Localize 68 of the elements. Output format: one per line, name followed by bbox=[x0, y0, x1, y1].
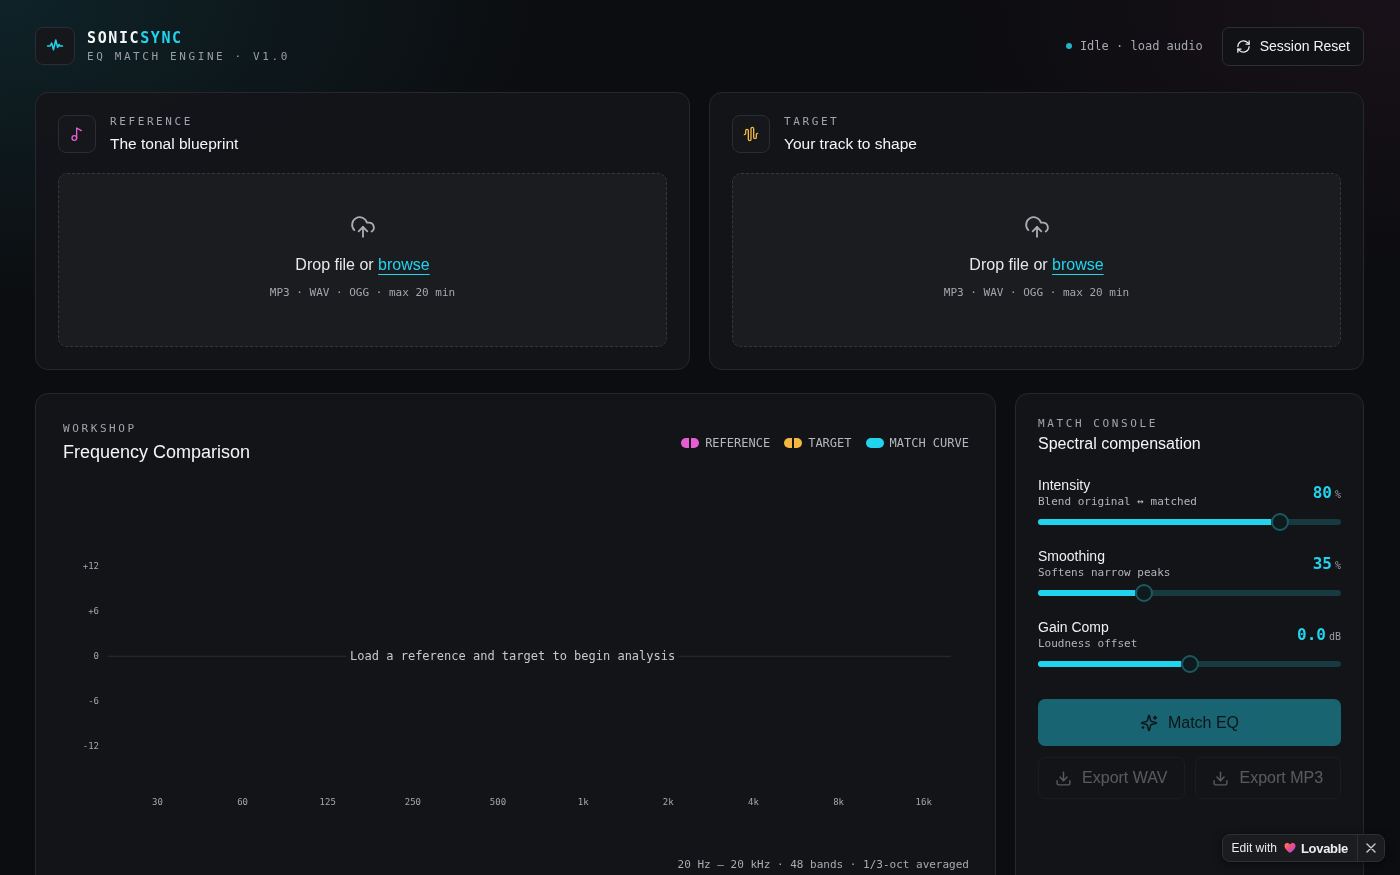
source-title: The tonal blueprint bbox=[110, 134, 239, 153]
empty-chart-message: Load a reference and target to begin analysis bbox=[346, 649, 680, 664]
legend-label: TARGET bbox=[808, 435, 852, 450]
app-subtitle: EQ MATCH ENGINE · V1.0 bbox=[87, 49, 290, 64]
sparkles-icon bbox=[1139, 713, 1158, 732]
app-title: SONICSYNC bbox=[87, 28, 184, 47]
chart-footnote: 20 Hz — 20 kHz · 48 bands · 1/3-oct averaged bbox=[677, 858, 969, 873]
slider-unit: % bbox=[1334, 560, 1341, 571]
status-dot-icon bbox=[1065, 43, 1072, 49]
waveform-icon bbox=[732, 115, 770, 153]
edit-with-link[interactable]: Edit with Lovable bbox=[1222, 835, 1358, 861]
x-axis-label: 500 bbox=[489, 797, 507, 808]
slider-unit: dB bbox=[1328, 631, 1341, 642]
panel-title: Frequency Comparison bbox=[63, 441, 251, 463]
y-axis-label: -6 bbox=[88, 696, 100, 707]
slider-value: 35 bbox=[1312, 554, 1332, 573]
drop-zone[interactable]: Drop file or browse MP3 · WAV · OGG · max 20 min bbox=[58, 173, 667, 347]
source-title: Your track to shape bbox=[784, 134, 917, 153]
y-axis-label: 0 bbox=[93, 651, 100, 662]
x-axis-label: 125 bbox=[319, 797, 336, 808]
format-hint: MP3 · WAV · OGG · max 20 min bbox=[943, 285, 1130, 301]
y-axis-label: -12 bbox=[82, 741, 100, 752]
browse-link[interactable]: browse bbox=[378, 256, 430, 273]
slider-description: Loudness offset bbox=[1038, 636, 1138, 651]
heart-icon bbox=[1283, 842, 1296, 854]
x-axis-label: 30 bbox=[152, 797, 163, 808]
slider-handle[interactable] bbox=[1135, 584, 1154, 602]
x-axis-label: 4k bbox=[748, 797, 759, 808]
slider-handle[interactable] bbox=[1180, 655, 1199, 673]
legend-label: MATCH CURVE bbox=[889, 435, 969, 450]
panel-eyebrow: WORKSHOP bbox=[63, 422, 138, 436]
cloud-upload-icon bbox=[1023, 214, 1050, 240]
drop-prompt: Drop file or browse bbox=[969, 255, 1104, 275]
y-axis-label: +12 bbox=[82, 561, 100, 572]
slider-handle[interactable] bbox=[1271, 513, 1290, 531]
panel-title: Spectral compensation bbox=[1038, 434, 1202, 454]
close-icon bbox=[1366, 843, 1376, 853]
download-icon bbox=[1212, 769, 1230, 787]
cloud-upload-icon bbox=[349, 214, 376, 240]
format-hint: MP3 · WAV · OGG · max 20 min bbox=[269, 285, 456, 301]
slider-description: Blend original ↔ matched bbox=[1038, 494, 1197, 509]
x-axis-label: 1k bbox=[577, 797, 589, 808]
browse-link[interactable]: browse bbox=[1052, 256, 1104, 273]
source-label: REFERENCE bbox=[110, 115, 194, 129]
status-text: Idle · load audio bbox=[1079, 39, 1203, 53]
source-label: TARGET bbox=[784, 115, 841, 129]
refresh-icon bbox=[1235, 38, 1251, 54]
panel-eyebrow: MATCH CONSOLE bbox=[1038, 417, 1159, 431]
slider-label: Gain Comp bbox=[1038, 618, 1110, 636]
y-axis-label: +6 bbox=[88, 606, 100, 617]
x-axis-label: 250 bbox=[404, 797, 421, 808]
slider-unit: % bbox=[1334, 489, 1341, 500]
slider-label: Smoothing bbox=[1038, 547, 1106, 565]
download-icon bbox=[1055, 769, 1073, 787]
x-axis-label: 8k bbox=[833, 797, 844, 808]
drop-zone[interactable]: Drop file or browse MP3 · WAV · OGG · max 20 min bbox=[732, 173, 1341, 347]
slider-value: 0.0 bbox=[1297, 625, 1326, 644]
music-note-icon bbox=[58, 115, 96, 153]
pulse-logo-icon bbox=[35, 27, 75, 65]
x-axis-label: 60 bbox=[237, 797, 248, 808]
x-axis-label: 16k bbox=[915, 797, 932, 808]
drop-prompt: Drop file or browse bbox=[295, 255, 430, 275]
x-axis-label: 2k bbox=[662, 797, 674, 808]
session-reset-button[interactable]: Session Reset bbox=[1221, 26, 1364, 66]
slider-description: Softens narrow peaks bbox=[1038, 565, 1171, 580]
slider-label: Intensity bbox=[1038, 476, 1092, 494]
legend-label: REFERENCE bbox=[705, 435, 771, 450]
slider-value: 80 bbox=[1312, 483, 1332, 502]
